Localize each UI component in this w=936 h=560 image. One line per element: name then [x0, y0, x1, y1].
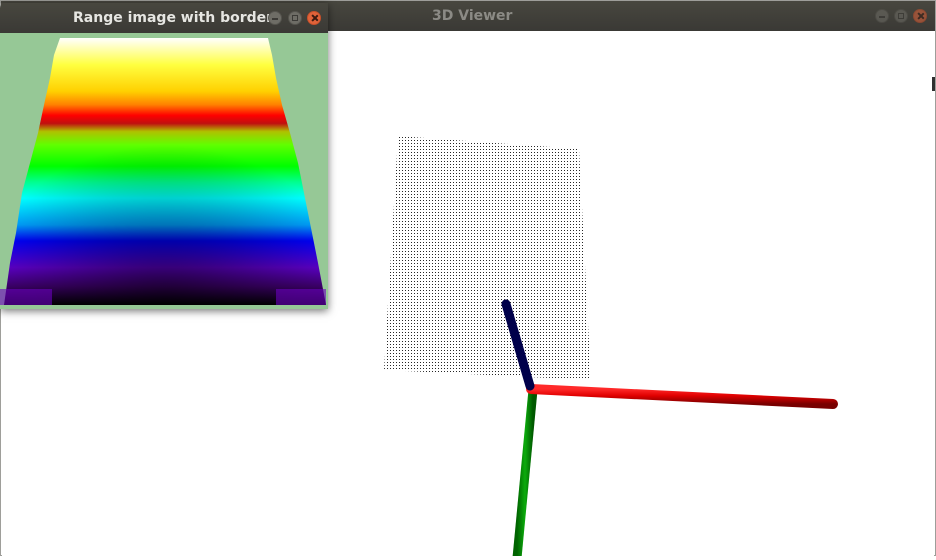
y-axis-edge: [512, 389, 538, 559]
range-close-icon[interactable]: [307, 11, 321, 25]
range-minimize-icon[interactable]: [268, 11, 282, 25]
viewer-maximize-icon[interactable]: [894, 9, 908, 23]
range-maximize-icon[interactable]: [288, 11, 302, 25]
viewer-title: 3D Viewer: [432, 8, 513, 24]
range-image: [0, 33, 328, 309]
range-image-svg: [0, 38, 326, 305]
viewer-close-icon[interactable]: [913, 9, 927, 23]
range-image-window: Range image with borders: [0, 3, 328, 309]
viewer-minimize-icon[interactable]: [875, 9, 889, 23]
x-axis: [526, 384, 838, 409]
range-title: Range image with borders: [73, 10, 282, 26]
point-cloud-plane: [384, 136, 591, 380]
range-titlebar[interactable]: Range image with borders: [0, 3, 328, 33]
resize-handle[interactable]: [932, 77, 935, 91]
